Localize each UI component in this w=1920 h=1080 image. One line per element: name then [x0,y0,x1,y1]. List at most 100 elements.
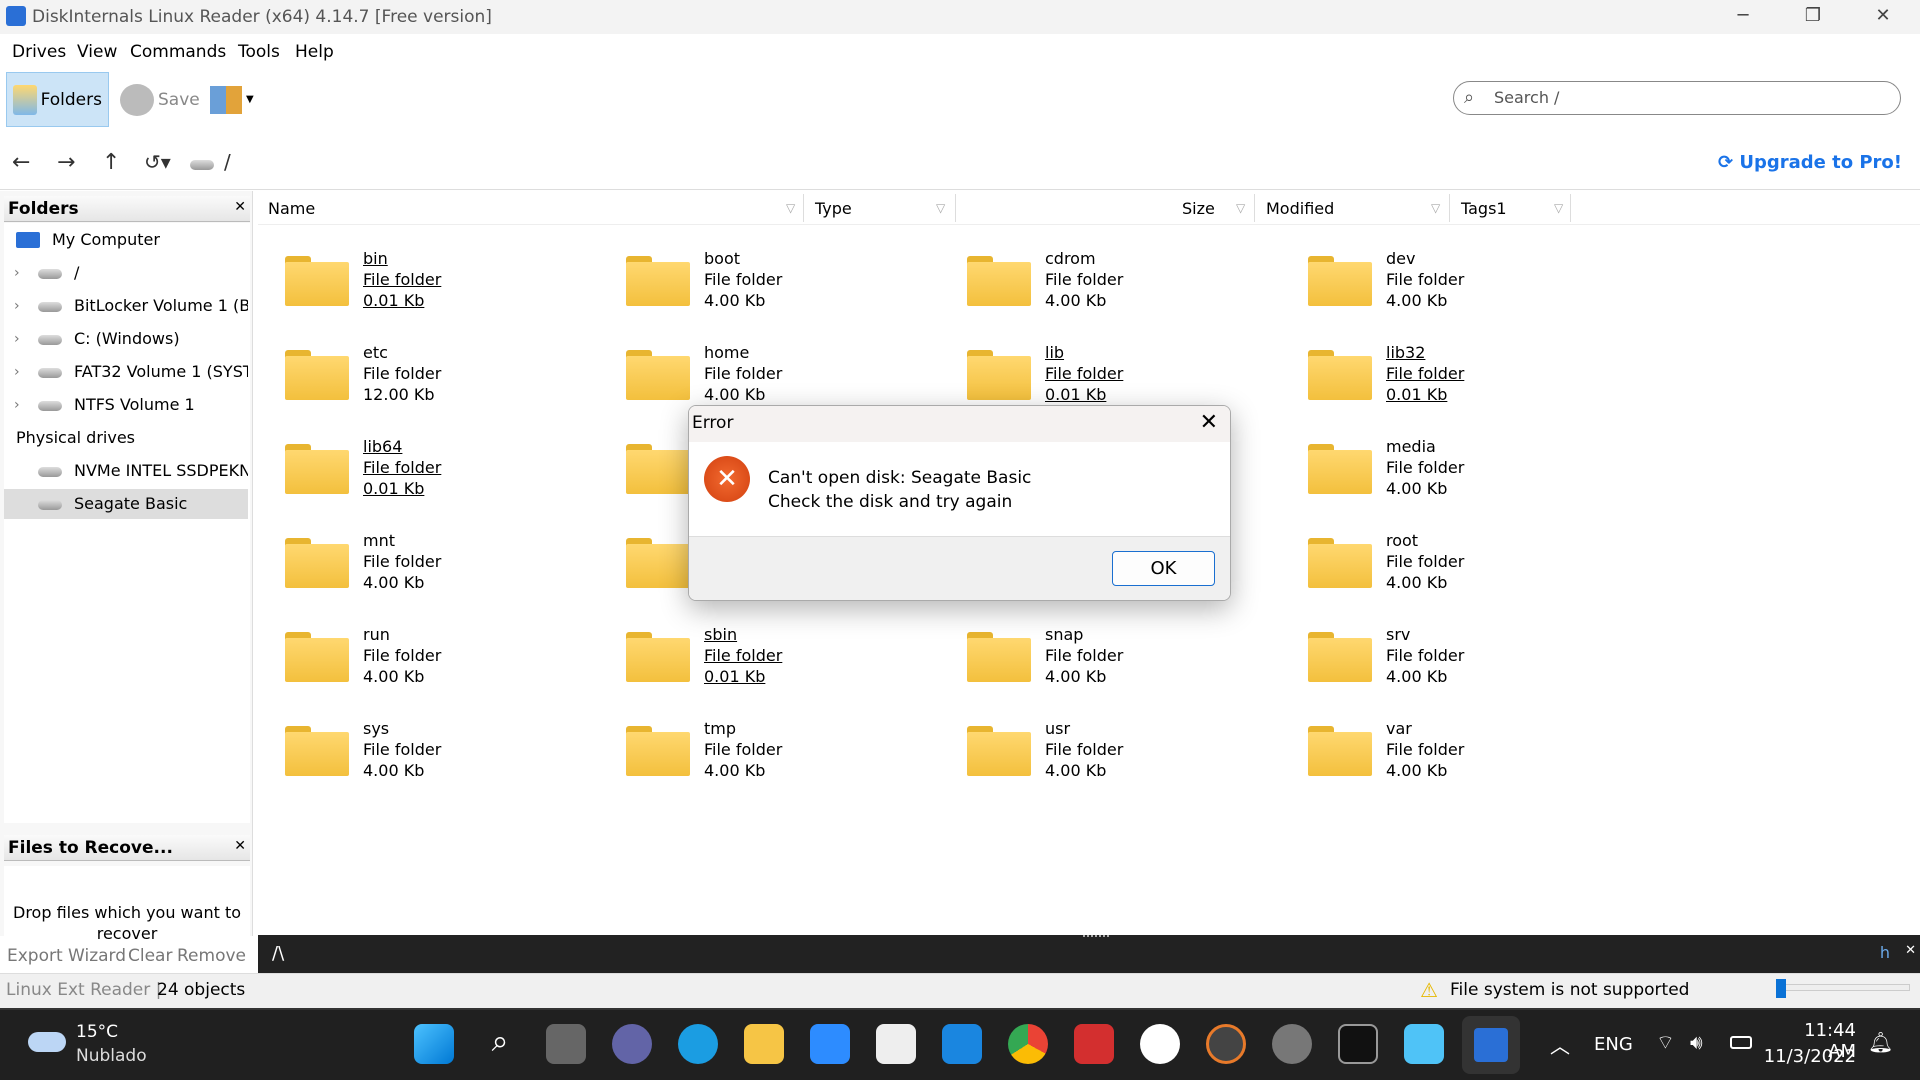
tree-item[interactable]: › BitLocker Volume 1 (BitLocker) [4,291,248,321]
battery-icon[interactable] [1730,1036,1752,1049]
tree-item[interactable]: › FAT32 Volume 1 (SYSTEM) [4,357,248,387]
menu-help[interactable]: Help [295,42,334,62]
folder-item[interactable]: mnt File folder 4.00 Kb [285,530,615,620]
close-panel-icon[interactable]: ✕ [234,838,246,854]
folder-item[interactable]: lib32 File folder 0.01 Kb [1308,342,1638,432]
view-mode-button[interactable]: ▼ [204,72,260,127]
start-icon[interactable] [414,1024,454,1064]
folder-type: File folder [1386,646,1465,665]
app-icon[interactable] [1140,1024,1180,1064]
close-button[interactable]: ✕ [1848,0,1918,34]
folder-item[interactable]: sys File folder 4.00 Kb [285,718,615,808]
upgrade-link[interactable]: ⟳ Upgrade to Pro! [1718,152,1902,173]
store-icon[interactable] [876,1024,916,1064]
chevron-right-icon[interactable]: › [14,291,20,321]
notification-icon[interactable]: 🔔︎ [1868,1030,1893,1054]
export-wizard-button[interactable]: Export Wizard [7,946,126,966]
tree-item[interactable]: Seagate Basic [4,489,248,519]
folder-item[interactable]: srv File folder 4.00 Kb [1308,624,1638,714]
chevron-right-icon[interactable]: › [14,390,20,420]
chevron-right-icon[interactable]: › [14,258,20,288]
restore-button[interactable]: ❐ [1778,0,1848,34]
folder-info: sbin File folder 0.01 Kb [704,624,782,687]
menu-view[interactable]: View [77,42,117,62]
folder-item[interactable]: cdrom File folder 4.00 Kb [967,248,1297,338]
linux-reader-taskbar-icon[interactable] [1462,1016,1520,1074]
mail-icon[interactable] [942,1024,982,1064]
folder-info: lib File folder 0.01 Kb [1045,342,1123,405]
wifi-icon[interactable]: ⌔ [1656,1030,1675,1055]
folder-type: File folder [704,270,783,289]
folder-item[interactable]: media File folder 4.00 Kb [1308,436,1638,526]
folder-item[interactable]: root File folder 4.00 Kb [1308,530,1638,620]
folder-item[interactable]: snap File folder 4.00 Kb [967,624,1297,714]
tree-item[interactable]: My Computer [4,225,248,255]
minimize-button[interactable]: ─ [1708,0,1778,34]
search-icon[interactable]: ⌕ [480,1024,520,1064]
save-icon [120,83,154,116]
menu-drives[interactable]: Drives [12,42,66,62]
folder-item[interactable]: dev File folder 4.00 Kb [1308,248,1638,338]
forward-arrow-icon[interactable]: → [57,150,75,175]
folder-item[interactable]: usr File folder 4.00 Kb [967,718,1297,808]
settings-icon[interactable] [1272,1024,1312,1064]
clock-date[interactable]: 11/3/2022 [1760,1046,1856,1067]
wps-icon[interactable] [1074,1024,1114,1064]
tree-item[interactable]: NVMe INTEL SSDPEKNW [4,456,248,486]
folder-item[interactable]: tmp File folder 4.00 Kb [626,718,956,808]
history-icon[interactable]: ↺▾ [144,150,171,174]
clear-button[interactable]: Clear [128,946,172,966]
up-arrow-icon[interactable]: ↑ [102,150,120,175]
back-arrow-icon[interactable]: ← [12,150,30,175]
error-dialog: Error ✕ ✕ Can't open disk: Seagate Basic… [688,405,1231,601]
folder-name: sys [363,719,390,738]
tree-item[interactable]: › C: (Windows) [4,324,248,354]
folder-name: srv [1386,625,1411,644]
chevron-up-icon[interactable]: ︿ [1550,1030,1570,1059]
language[interactable]: ENG [1594,1034,1633,1055]
tree-item[interactable]: › / [4,258,248,288]
search-input[interactable]: ⌕ Search / [1453,81,1901,115]
folder-item[interactable]: sbin File folder 0.01 Kb [626,624,956,714]
folder-item[interactable]: run File folder 4.00 Kb [285,624,615,714]
console-mode[interactable]: h [1880,943,1890,962]
save-button[interactable]: Save [114,72,206,127]
task-view-icon[interactable] [546,1024,586,1064]
chat-icon[interactable] [612,1024,652,1064]
file-explorer-icon[interactable] [744,1024,784,1064]
menu-tools[interactable]: Tools [238,42,280,62]
drive-icon [38,335,62,345]
close-console-icon[interactable]: ✕ [1905,943,1916,958]
folder-info: lib32 File folder 0.01 Kb [1386,342,1464,405]
folder-info: cdrom File folder 4.00 Kb [1045,248,1123,311]
media-player-icon[interactable] [1206,1024,1246,1064]
progress-thumb[interactable] [1776,979,1786,998]
resize-handle[interactable] [1083,935,1109,939]
folder-item[interactable]: var File folder 4.00 Kb [1308,718,1638,808]
chevron-right-icon[interactable]: › [14,324,20,354]
edge-icon[interactable] [678,1024,718,1064]
search-placeholder: Search / [1494,88,1560,107]
folder-item[interactable]: lib64 File folder 0.01 Kb [285,436,615,526]
ok-button[interactable]: OK [1112,551,1215,586]
folder-type: File folder [363,458,442,477]
folder-name: media [1386,437,1436,456]
terminal-icon[interactable] [1338,1024,1378,1064]
dialog-close-icon[interactable]: ✕ [1200,410,1218,435]
folder-item[interactable]: bin File folder 0.01 Kb [285,248,615,338]
notepad-icon[interactable] [1404,1024,1444,1064]
folder-size: 4.00 Kb [363,667,425,686]
folder-item[interactable]: etc File folder 12.00 Kb [285,342,615,432]
zoom-icon[interactable] [810,1024,850,1064]
remove-button[interactable]: Remove [177,946,246,966]
close-panel-icon[interactable]: ✕ [234,199,246,215]
chevron-right-icon[interactable]: › [14,357,20,387]
tree-item[interactable]: › NTFS Volume 1 [4,390,248,420]
menu-commands[interactable]: Commands [130,42,226,62]
chrome-icon[interactable] [1008,1024,1048,1064]
folders-button[interactable]: Folders [6,72,109,127]
folder-name: cdrom [1045,249,1096,268]
volume-icon[interactable]: 🔊︎ [1690,1030,1703,1054]
folder-item[interactable]: boot File folder 4.00 Kb [626,248,956,338]
folder-icon [1308,632,1372,682]
